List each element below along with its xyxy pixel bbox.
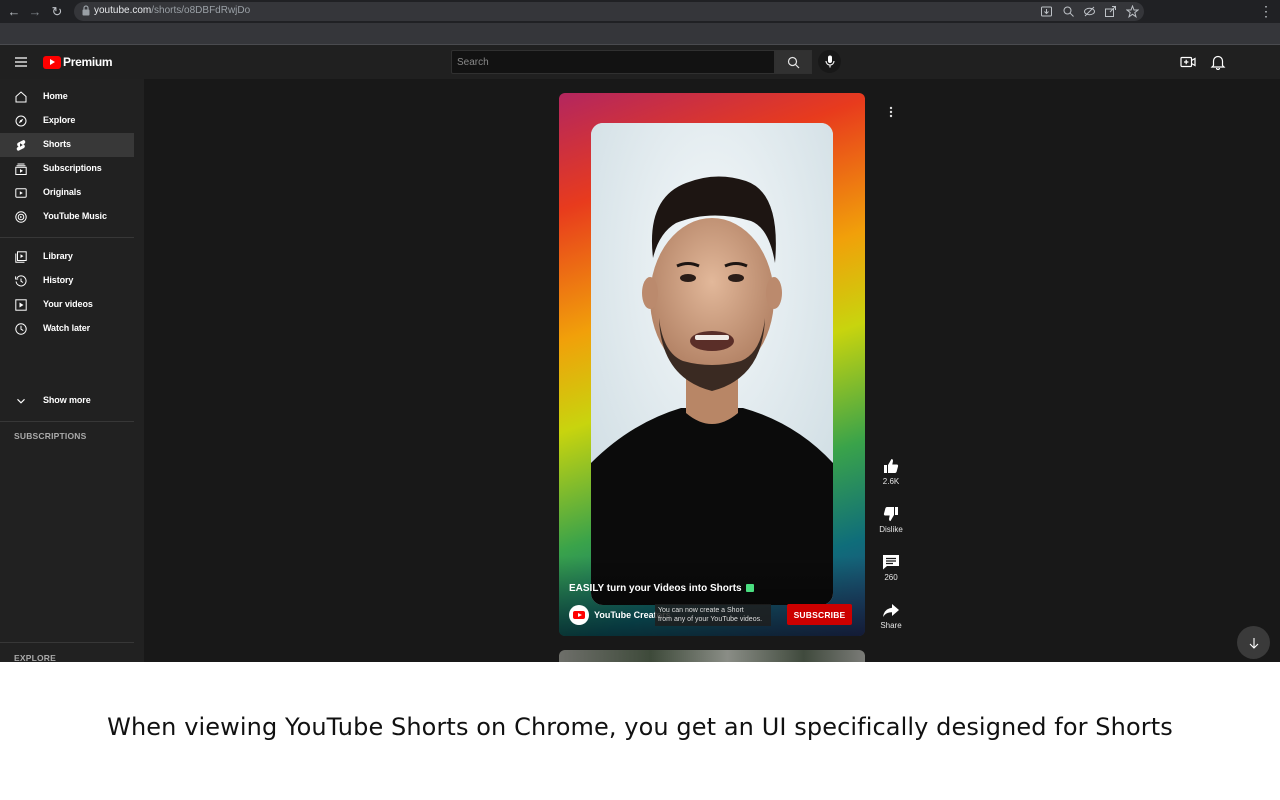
compass-icon <box>15 115 27 127</box>
youtube-premium-logo[interactable]: Premium <box>43 55 113 69</box>
short-video-player[interactable]: EASILY turn your Videos into Shorts YouT… <box>559 93 865 636</box>
bottom-caption: When viewing YouTube Shorts on Chrome, y… <box>107 713 1173 741</box>
tracking-off-icon[interactable] <box>1083 5 1096 18</box>
comments-button[interactable]: 260 <box>876 552 906 582</box>
show-more-label: Show more <box>43 395 91 405</box>
comment-icon <box>883 555 899 570</box>
sidebar-item-label: Your videos <box>43 299 93 309</box>
sidebar-item-watch-later[interactable]: Watch later <box>0 317 134 341</box>
music-icon <box>15 211 27 223</box>
youtube-app: Premium Home Explore <box>0 45 1280 662</box>
sidebar: Home Explore Shorts Subscriptions Origin… <box>0 79 144 662</box>
youtube-logo-icon <box>43 55 61 69</box>
house-emoji-icon <box>745 584 754 593</box>
sidebar-item-originals[interactable]: Originals <box>0 181 134 205</box>
share-arrow-icon <box>883 604 899 617</box>
masthead: Premium <box>0 45 1280 79</box>
voice-search-button[interactable] <box>818 50 841 73</box>
back-icon[interactable]: ← <box>6 4 22 20</box>
thumbs-down-icon <box>883 507 898 521</box>
channel-avatar[interactable] <box>569 605 589 625</box>
sidebar-item-shorts[interactable]: Shorts <box>0 133 134 157</box>
create-video-icon[interactable] <box>1180 54 1196 70</box>
sidebar-item-history[interactable]: History <box>0 269 134 293</box>
home-icon <box>15 91 27 103</box>
browser-menu-icon[interactable]: ⋮ <box>1259 3 1273 19</box>
microphone-icon <box>824 55 835 68</box>
clock-icon <box>15 323 27 335</box>
like-button[interactable]: 2.6K <box>876 456 906 486</box>
sidebar-item-label: Watch later <box>43 323 91 333</box>
bookmark-star-icon[interactable] <box>1126 5 1139 18</box>
shorts-icon <box>16 140 26 151</box>
share-label: Share <box>880 621 902 630</box>
search-button[interactable] <box>775 50 812 74</box>
search-icon <box>787 56 800 68</box>
thumbs-up-icon <box>884 459 899 473</box>
show-more-button[interactable]: Show more <box>0 389 134 413</box>
sidebar-item-subscriptions[interactable]: Subscriptions <box>0 157 134 181</box>
history-icon <box>15 275 27 287</box>
sidebar-item-label: YouTube Music <box>43 211 107 221</box>
more-options-icon[interactable] <box>884 105 898 119</box>
lock-icon <box>82 5 90 16</box>
originals-icon <box>15 188 27 198</box>
comment-count: 260 <box>884 573 898 582</box>
sidebar-divider <box>0 237 134 238</box>
sidebar-item-label: Explore <box>43 115 76 125</box>
sidebar-item-label: Shorts <box>43 139 71 149</box>
zoom-icon[interactable] <box>1062 5 1075 18</box>
sidebar-item-your-videos[interactable]: Your videos <box>0 293 134 317</box>
short-caption: EASILY turn your Videos into Shorts <box>569 583 754 594</box>
install-icon[interactable] <box>1040 5 1053 18</box>
dislike-label: Dislike <box>879 525 903 534</box>
arrow-down-icon <box>1249 637 1258 649</box>
bookmarks-bar <box>0 23 1280 45</box>
share-button[interactable]: Share <box>876 600 906 630</box>
sidebar-item-library[interactable]: Library <box>0 245 134 269</box>
explore-heading: EXPLORE <box>14 653 57 662</box>
sidebar-item-label: Subscriptions <box>43 163 102 173</box>
reload-icon[interactable]: ↻ <box>49 4 65 20</box>
like-count: 2.6K <box>882 477 900 486</box>
chevron-down-icon <box>17 398 25 404</box>
sidebar-item-label: Originals <box>43 187 82 197</box>
browser-toolbar: ← → ↻ youtube.com/shorts/o8DBFdRwjDo ⋮ <box>0 0 1280 23</box>
share-page-icon[interactable] <box>1104 5 1117 18</box>
subscriptions-icon <box>15 163 27 175</box>
search-input[interactable] <box>452 51 774 73</box>
hamburger-menu-icon[interactable] <box>14 55 28 69</box>
dislike-button[interactable]: Dislike <box>876 504 906 534</box>
subscribe-button[interactable]: SUBSCRIBE <box>787 604 852 625</box>
sidebar-divider <box>0 642 134 643</box>
sidebar-item-label: Library <box>43 251 73 261</box>
video-frame-card <box>591 123 833 605</box>
screenshot-stage: ← → ↻ youtube.com/shorts/o8DBFdRwjDo ⋮ P… <box>0 0 1280 800</box>
next-short-preview[interactable] <box>559 650 865 662</box>
short-tooltip: You can now create a Short from any of y… <box>655 604 771 626</box>
address-bar[interactable]: youtube.com/shorts/o8DBFdRwjDo <box>74 2 1144 21</box>
forward-icon[interactable]: → <box>27 4 43 20</box>
sidebar-item-explore[interactable]: Explore <box>0 109 134 133</box>
search-box[interactable] <box>451 50 775 74</box>
presenter-video-image <box>591 123 833 605</box>
url-text: youtube.com/shorts/o8DBFdRwjDo <box>94 5 251 16</box>
sidebar-item-youtube-music[interactable]: YouTube Music <box>0 205 134 229</box>
next-short-button[interactable] <box>1237 626 1270 659</box>
sidebar-item-label: History <box>43 275 74 285</box>
sidebar-item-home[interactable]: Home <box>0 85 134 109</box>
sidebar-item-label: Home <box>43 91 68 101</box>
logo-wordmark: Premium <box>63 55 113 69</box>
subscriptions-heading: SUBSCRIPTIONS <box>14 431 87 441</box>
youtube-logo-icon <box>573 611 585 619</box>
sidebar-divider <box>0 421 134 422</box>
your-videos-icon <box>15 299 27 311</box>
library-icon <box>15 251 27 263</box>
notifications-bell-icon[interactable] <box>1210 54 1226 70</box>
